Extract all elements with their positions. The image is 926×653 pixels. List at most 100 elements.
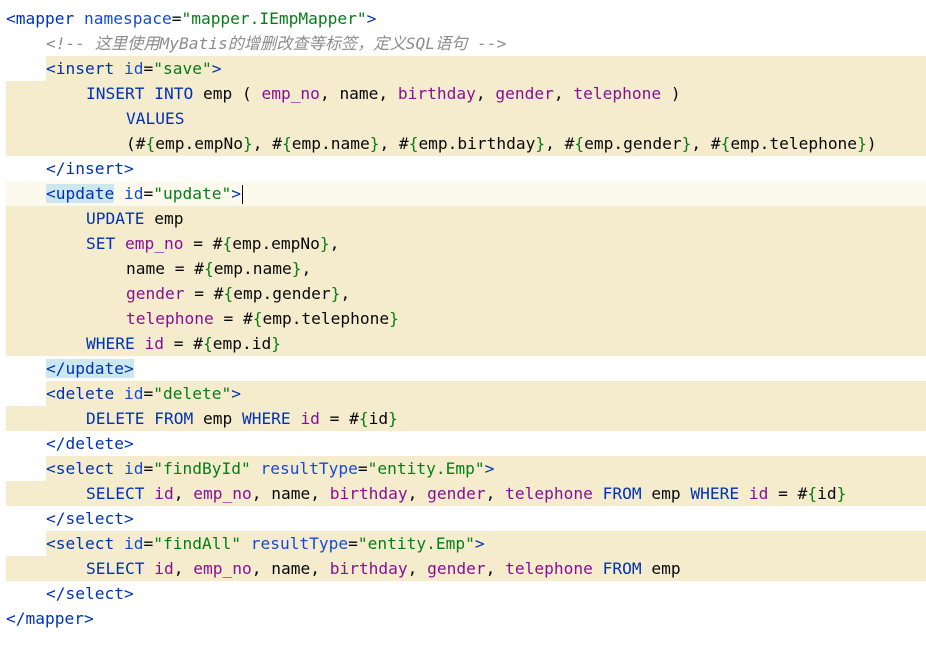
code-token: </ [46, 434, 66, 453]
code-token: telephone [126, 309, 214, 328]
code-token: emp [154, 209, 184, 228]
code-text: </select> [46, 581, 134, 606]
code-line[interactable]: DELETE FROM emp WHERE id = #{id} [0, 406, 926, 431]
code-content: SELECT id, emp_no, name, birthday, gende… [6, 481, 926, 506]
code-content: name = #{emp.name}, [6, 256, 926, 281]
code-text: (#{emp.empNo}, #{emp.name}, #{emp.birthd… [126, 131, 877, 156]
code-token: } [242, 134, 253, 153]
code-text: </mapper> [6, 606, 94, 631]
code-text: DELETE FROM emp WHERE id = #{id} [86, 406, 398, 431]
code-token: telephone [505, 559, 593, 578]
code-token: emp [651, 484, 681, 503]
code-content: (#{emp.empNo}, #{emp.name}, #{emp.birthd… [6, 131, 926, 156]
code-token: } [291, 259, 302, 278]
code-line[interactable]: </delete> [0, 431, 926, 456]
code-token: < [46, 384, 56, 403]
code-line[interactable]: </select> [0, 506, 926, 531]
code-token: ) [661, 84, 681, 103]
code-token: emp_no [193, 484, 252, 503]
code-line[interactable]: </select> [0, 581, 926, 606]
code-line[interactable]: <select id="findAll" resultType="entity.… [0, 531, 926, 556]
code-text: </update> [46, 356, 134, 381]
code-token: { [807, 484, 818, 503]
code-token: id [300, 409, 320, 428]
code-line[interactable]: </insert> [0, 156, 926, 181]
code-text: </delete> [46, 431, 134, 456]
code-token: > [123, 159, 134, 178]
code-line[interactable]: SELECT id, emp_no, name, birthday, gende… [0, 556, 926, 581]
code-token: select [55, 534, 115, 553]
code-token: , [319, 84, 340, 103]
code-token: update [65, 359, 124, 378]
code-token: , [485, 559, 506, 578]
code-content: <mapper namespace="mapper.IEmpMapper"> [6, 6, 926, 31]
code-line[interactable]: <!-- 这里使用MyBatis的增删改查等标签，定义SQL语句 --> [0, 31, 926, 56]
code-token: } [535, 134, 546, 153]
code-content: </select> [6, 506, 926, 531]
code-content: </mapper> [6, 606, 926, 631]
code-token: } [681, 134, 692, 153]
code-token: "entity.Emp" [357, 534, 475, 553]
code-token: select [65, 584, 124, 603]
code-token: id [123, 184, 144, 203]
code-line[interactable]: UPDATE emp [0, 206, 926, 231]
code-token: </ [46, 584, 66, 603]
code-editor[interactable]: <mapper namespace="mapper.IEmpMapper"> <!… [0, 6, 926, 631]
code-line[interactable]: <mapper namespace="mapper.IEmpMapper"> [0, 6, 926, 31]
code-token: = # [163, 334, 203, 353]
code-line[interactable]: gender = #{emp.gender}, [0, 281, 926, 306]
code-token: , [407, 484, 428, 503]
code-content: DELETE FROM emp WHERE id = #{id} [6, 406, 926, 431]
code-token: insert [65, 159, 124, 178]
code-token: delete [65, 434, 124, 453]
code-line[interactable]: SELECT id, emp_no, name, birthday, gende… [0, 481, 926, 506]
code-content: SELECT id, emp_no, name, birthday, gende… [6, 556, 926, 581]
code-line[interactable]: (#{emp.empNo}, #{emp.name}, #{emp.birthd… [0, 131, 926, 156]
code-text: <delete id="delete"> [46, 381, 241, 406]
code-token: = [143, 384, 154, 403]
code-line[interactable]: <insert id="save"> [0, 56, 926, 81]
code-token: > [366, 9, 377, 28]
code-line[interactable]: VALUES [0, 106, 926, 131]
code-text: <!-- 这里使用MyBatis的增删改查等标签，定义SQL语句 --> [46, 31, 506, 56]
code-token: SELECT [86, 559, 155, 578]
code-text: telephone = #{emp.telephone} [126, 306, 399, 331]
code-line[interactable]: <update id="update"> [0, 181, 926, 206]
code-token: emp_no [124, 234, 184, 253]
code-token: , [553, 84, 574, 103]
code-text: UPDATE emp [86, 206, 183, 231]
code-content: </update> [6, 356, 926, 381]
code-token: VALUES [126, 109, 185, 128]
code-line[interactable]: <select id="findById" resultType="entity… [0, 456, 926, 481]
code-text: </select> [46, 506, 134, 531]
code-line[interactable]: </mapper> [0, 606, 926, 631]
text-caret [241, 185, 243, 204]
code-token: } [330, 284, 341, 303]
code-content: VALUES [6, 106, 926, 131]
code-line[interactable]: INSERT INTO emp ( emp_no, name, birthday… [0, 81, 926, 106]
code-content: <select id="findById" resultType="entity… [6, 456, 926, 481]
code-line[interactable]: telephone = #{emp.telephone} [0, 306, 926, 331]
code-line[interactable]: WHERE id = #{emp.id} [0, 331, 926, 356]
code-token: > [123, 434, 134, 453]
code-token: resultType [260, 459, 358, 478]
code-token: emp [202, 409, 233, 428]
code-token: emp_no [193, 559, 252, 578]
code-token: } [389, 309, 399, 328]
code-token: select [65, 509, 124, 528]
code-token: "findAll" [153, 534, 241, 553]
code-content: <insert id="save"> [6, 56, 926, 81]
code-line[interactable]: </update> [0, 356, 926, 381]
code-token: <!-- 这里使用MyBatis的增删改查等标签，定义SQL语句 --> [46, 34, 507, 53]
code-line[interactable]: name = #{emp.name}, [0, 256, 926, 281]
code-token: { [408, 134, 419, 153]
code-token: FROM [592, 484, 652, 503]
code-line[interactable]: <delete id="delete"> [0, 381, 926, 406]
code-line[interactable]: SET emp_no = #{emp.empNo}, [0, 231, 926, 256]
code-token: < [46, 184, 56, 203]
code-token: , [310, 559, 330, 578]
code-token: } [836, 484, 847, 503]
code-token: telephone [573, 84, 662, 103]
code-token: id [123, 534, 144, 553]
